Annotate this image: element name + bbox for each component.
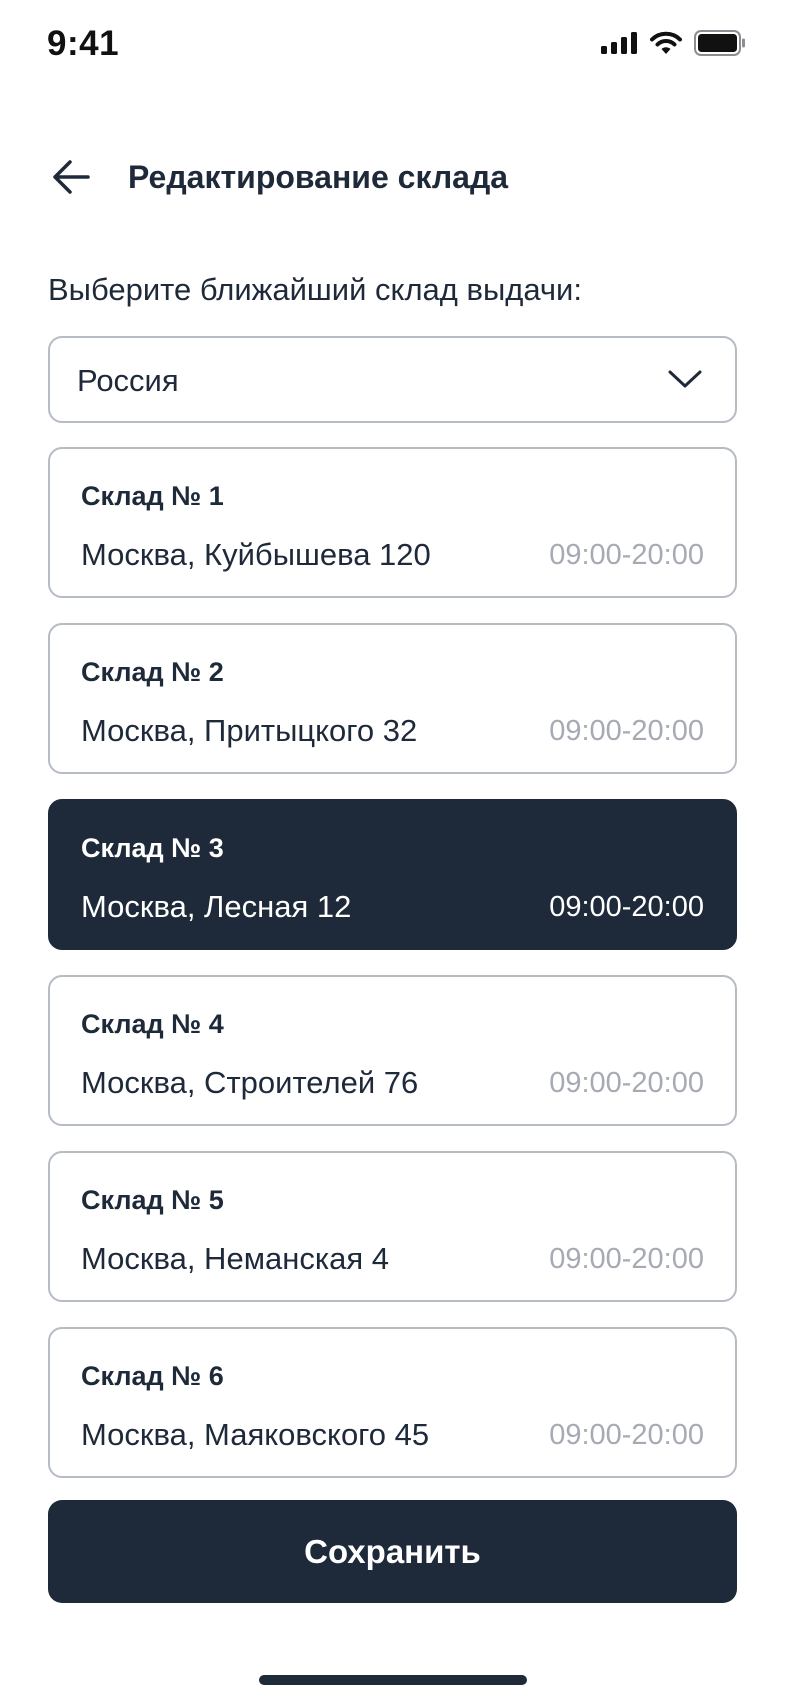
warehouse-prompt: Выберите ближайший склад выдачи:: [48, 272, 582, 307]
home-indicator[interactable]: [259, 1675, 527, 1685]
warehouse-hours: 09:00-20:00: [549, 539, 704, 571]
warehouse-address: Москва, Притыцкого 32: [81, 713, 418, 748]
warehouse-title: Склад № 6: [81, 1361, 224, 1391]
warehouse-card-5[interactable]: Склад № 5 Москва, Неманская 4 09:00-20:0…: [48, 1151, 737, 1302]
arrow-left-icon: [53, 160, 90, 194]
warehouse-address: Москва, Маяковского 45: [81, 1417, 430, 1452]
warehouse-card-2[interactable]: Склад № 2 Москва, Притыцкого 32 09:00-20…: [48, 623, 737, 774]
back-button[interactable]: [50, 157, 94, 197]
warehouse-address: Москва, Куйбышева 120: [81, 537, 431, 572]
country-select[interactable]: Россия: [48, 336, 737, 423]
country-select-value: Россия: [77, 363, 179, 398]
warehouse-card-1[interactable]: Склад № 1 Москва, Куйбышева 120 09:00-20…: [48, 447, 737, 598]
warehouse-title: Склад № 2: [81, 657, 224, 687]
warehouse-address: Москва, Лесная 12: [81, 889, 352, 924]
signal-icon: [601, 31, 638, 59]
warehouse-hours: 09:00-20:00: [549, 1419, 704, 1451]
warehouse-address: Москва, Строителей 76: [81, 1065, 419, 1100]
warehouse-hours: 09:00-20:00: [549, 1243, 704, 1275]
warehouse-hours: 09:00-20:00: [549, 891, 704, 923]
warehouse-title: Склад № 3: [81, 833, 224, 863]
warehouse-hours: 09:00-20:00: [549, 1067, 704, 1099]
warehouse-title: Склад № 5: [81, 1185, 224, 1215]
battery-icon: [694, 29, 746, 61]
wifi-icon: [650, 31, 682, 60]
warehouse-hours: 09:00-20:00: [549, 715, 704, 747]
warehouse-card-3[interactable]: Склад № 3 Москва, Лесная 12 09:00-20:00: [48, 799, 737, 950]
save-button[interactable]: Сохранить: [48, 1500, 737, 1603]
status-icons: [601, 29, 746, 61]
chevron-down-icon: [668, 370, 702, 388]
warehouse-address: Москва, Неманская 4: [81, 1241, 389, 1276]
warehouse-card-4[interactable]: Склад № 4 Москва, Строителей 76 09:00-20…: [48, 975, 737, 1126]
status-time: 9:41: [47, 24, 120, 63]
warehouse-title: Склад № 1: [81, 481, 224, 511]
page-title: Редактирование склада: [128, 159, 509, 195]
save-button-label: Сохранить: [304, 1532, 481, 1570]
warehouse-title: Склад № 4: [81, 1009, 224, 1039]
warehouse-card-6[interactable]: Склад № 6 Москва, Маяковского 45 09:00-2…: [48, 1327, 737, 1478]
